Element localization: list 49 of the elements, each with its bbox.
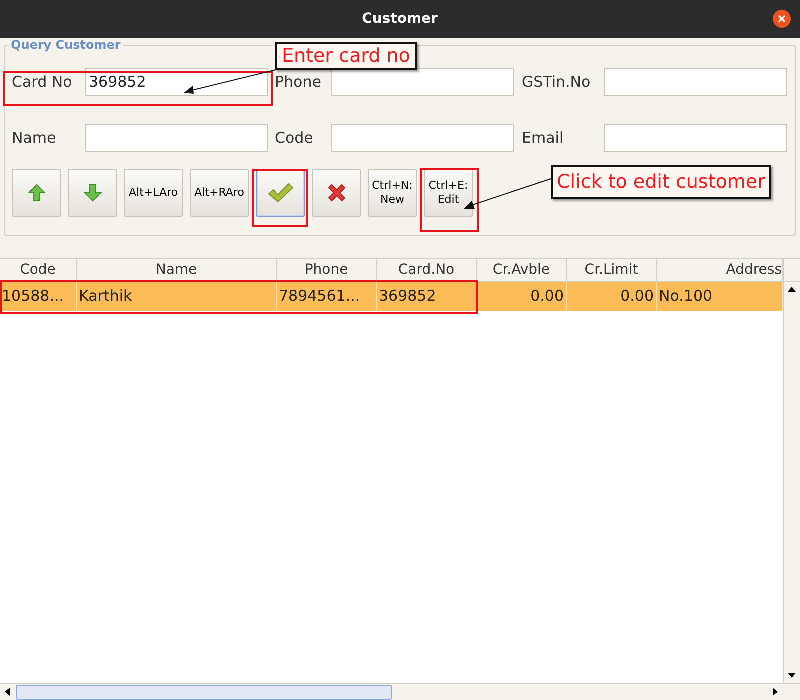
callout-label: Enter card no <box>275 42 418 70</box>
field-label: GSTin.No <box>522 72 592 93</box>
cancel-button[interactable] <box>312 169 361 217</box>
text-field[interactable] <box>604 68 787 96</box>
group-legend: Query Customer <box>9 38 123 52</box>
scroll-thumb[interactable] <box>16 684 392 700</box>
field-label: Name <box>12 128 58 149</box>
column-header[interactable]: Cr.Avble <box>477 259 567 282</box>
table-cell: 7894561... <box>277 282 377 311</box>
text-field[interactable] <box>604 124 787 152</box>
column-header[interactable]: Card.No <box>377 259 477 282</box>
table-row[interactable]: 10588... Karthik 7894561... 369852 0.00 0.00 No.100 <box>0 282 783 311</box>
horizontal-scrollbar[interactable] <box>0 683 800 700</box>
table-cell: 0.00 <box>567 282 657 311</box>
toolbar-button[interactable]: Ctrl+E: Edit <box>424 169 473 217</box>
field-label: Card No <box>12 72 74 93</box>
text-field[interactable] <box>331 124 514 152</box>
cross-icon <box>326 182 348 204</box>
column-header[interactable]: Code <box>0 259 77 282</box>
move-up-button[interactable] <box>12 169 61 217</box>
callout-label: Click to edit customer <box>551 165 772 199</box>
text-field[interactable] <box>85 124 268 152</box>
arrow-icon <box>28 184 46 202</box>
column-header[interactable]: Cr.Limit <box>567 259 657 282</box>
table-cell: 10588... <box>0 282 77 311</box>
column-header[interactable]: Phone <box>277 259 377 282</box>
table-cell: 0.00 <box>477 282 567 311</box>
column-header[interactable]: Address <box>657 259 783 282</box>
text-field[interactable] <box>331 68 514 96</box>
toolbar-button[interactable]: Alt+RAro <box>190 169 249 217</box>
table-cell: Karthik <box>77 282 277 311</box>
close-button[interactable] <box>773 10 791 28</box>
field-label: Code <box>275 128 314 149</box>
toolbar-button[interactable]: Alt+LAro <box>124 169 183 217</box>
confirm-button[interactable] <box>256 169 305 217</box>
window-title: Customer <box>362 10 438 28</box>
field-label: Email <box>522 128 565 149</box>
table-cell: 369852 <box>377 282 477 311</box>
highlight-frame <box>252 169 308 227</box>
text-field[interactable]: 369852 <box>85 68 268 96</box>
toolbar-button[interactable]: Ctrl+N: New <box>368 169 417 217</box>
move-down-button[interactable] <box>68 169 117 217</box>
vertical-scrollbar[interactable] <box>783 259 800 683</box>
arrow-icon <box>84 184 102 202</box>
highlight-frame <box>420 168 479 232</box>
column-header[interactable]: Name <box>77 259 277 282</box>
field-label: Phone <box>275 72 322 93</box>
check-icon <box>268 183 294 203</box>
close-icon <box>778 15 786 23</box>
